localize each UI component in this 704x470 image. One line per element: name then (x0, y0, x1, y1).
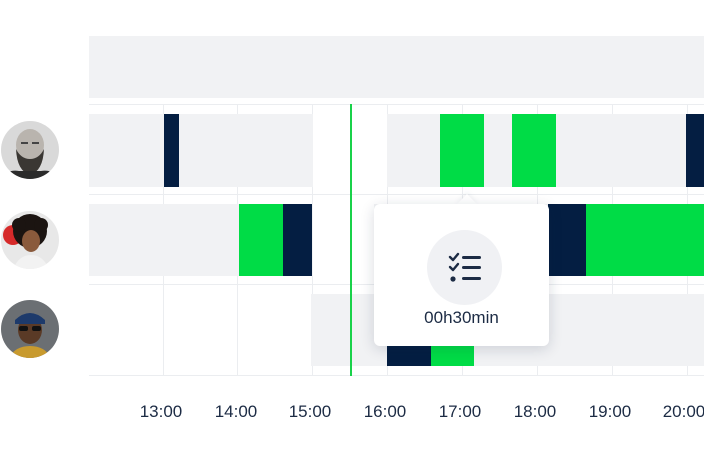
task-tooltip: 00h30min (374, 204, 549, 346)
task-block[interactable] (686, 114, 704, 187)
task-duration: 00h30min (424, 308, 499, 327)
time-tick-label: 19:00 (588, 402, 632, 421)
person-cap-glasses-icon[interactable] (1, 300, 59, 358)
task-block[interactable] (239, 204, 283, 276)
task-block[interactable] (440, 114, 484, 187)
person-bald-bearded-icon[interactable] (1, 121, 59, 179)
task-block[interactable] (164, 114, 179, 187)
row-divider (89, 104, 704, 105)
row-divider (89, 194, 704, 195)
task-block[interactable] (548, 204, 586, 276)
row-divider (89, 375, 704, 376)
task-block[interactable] (586, 204, 704, 276)
time-tick-label: 17:00 (438, 402, 482, 421)
task-block[interactable] (512, 114, 556, 187)
time-tick-label: 20:00 (662, 402, 704, 421)
time-tick-label: 13:00 (139, 402, 183, 421)
time-tick-label: 18:00 (513, 402, 557, 421)
time-tick-label: 14:00 (214, 402, 258, 421)
task-checklist-icon (448, 252, 481, 282)
time-tick-label: 15:00 (288, 402, 332, 421)
task-icon-circle (427, 230, 502, 305)
task-block[interactable] (283, 204, 312, 276)
person-curly-hair-icon[interactable] (1, 211, 59, 269)
schedule-header-band (89, 36, 704, 98)
time-tick-label: 16:00 (363, 402, 407, 421)
current-time-line (350, 104, 352, 376)
shift-bar[interactable] (89, 114, 313, 187)
